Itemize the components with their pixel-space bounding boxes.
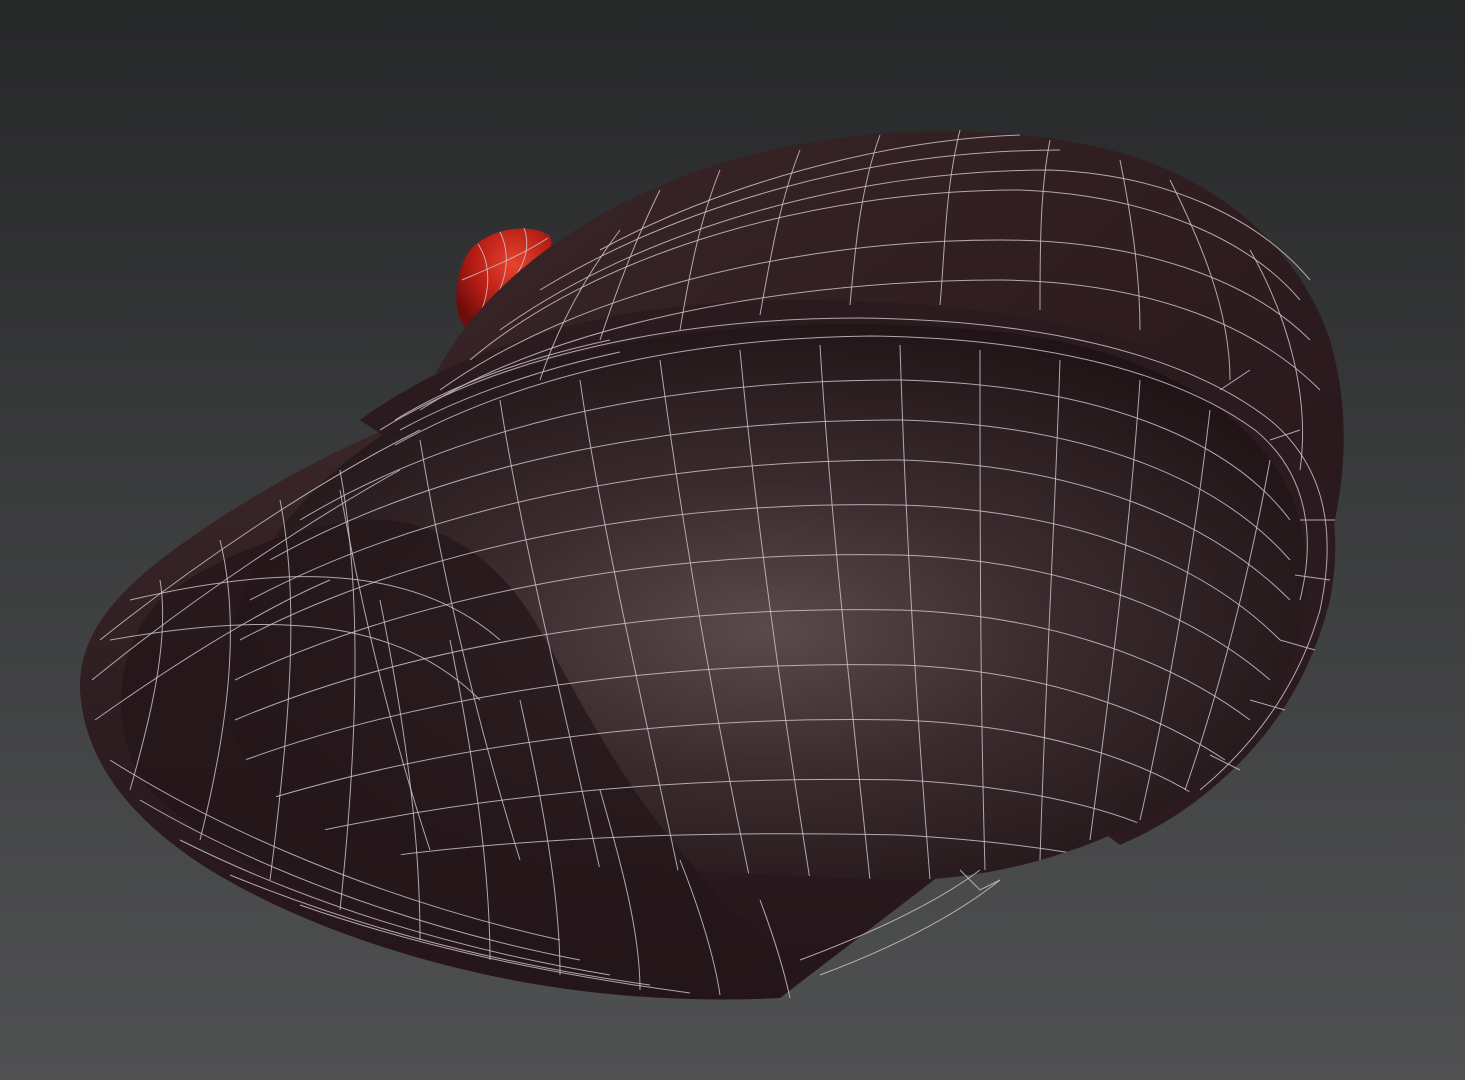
3d-viewport[interactable] xyxy=(0,0,1465,1080)
viewport-scene[interactable] xyxy=(0,0,1465,1080)
